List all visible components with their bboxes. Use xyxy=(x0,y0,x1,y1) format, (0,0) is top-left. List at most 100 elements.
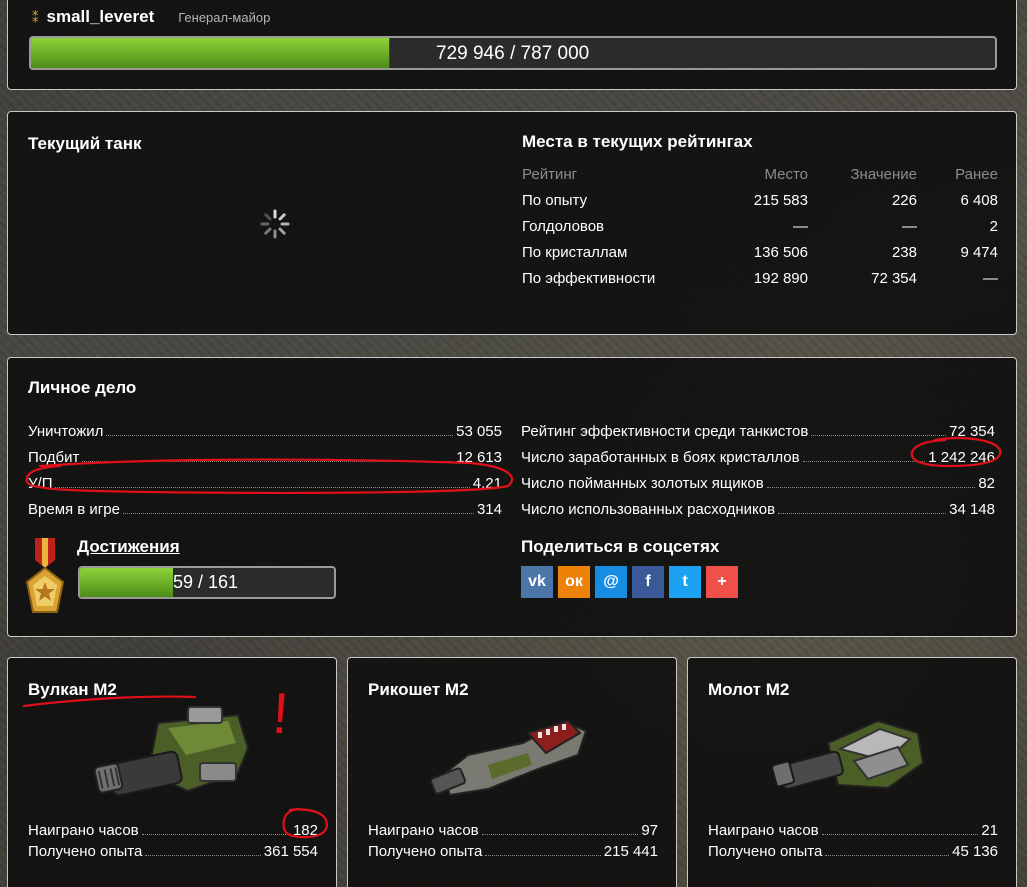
vk-icon[interactable]: vk xyxy=(521,566,553,598)
personal-file-panel: Личное дело Уничтожил 53 055 Подбит 12 6… xyxy=(7,357,1017,637)
rank-stars-icon: ⁑ xyxy=(32,9,39,25)
stat-label: Уничтожил xyxy=(28,423,104,440)
rating-name: По опыту xyxy=(522,191,588,209)
ratings-header-value: Значение xyxy=(850,165,917,183)
weapon-hours-label: Наиграно часов xyxy=(368,822,479,839)
weapon-xp-row: Получено опыта 215 441 xyxy=(368,839,658,860)
achievements-link[interactable]: Достижения xyxy=(77,537,180,557)
twitter-icon[interactable]: t xyxy=(669,566,701,598)
ratings-title: Места в текущих рейтингах xyxy=(522,132,753,151)
rating-previous: 2 xyxy=(989,217,998,235)
stat-label: Число заработанных в боях кристаллов xyxy=(521,449,800,466)
ratings-table: Рейтинг Место Значение Ранее По опыту 21… xyxy=(522,161,998,291)
weapon-name: Рикошет М2 xyxy=(368,680,469,699)
stat-value: 314 xyxy=(476,501,502,518)
weapon-name: Молот М2 xyxy=(708,680,790,699)
personal-file-title: Личное дело xyxy=(28,378,137,397)
stat-row: Рейтинг эффективности среди танкистов 72… xyxy=(521,414,995,440)
stat-value: 72 354 xyxy=(949,423,995,440)
ratings-section: Места в текущих рейтингах Рейтинг Место … xyxy=(522,132,998,291)
weapon-stats: Наиграно часов 21 Получено опыта 45 136 xyxy=(708,818,998,860)
username: small_leveret xyxy=(46,7,155,26)
ratings-row: По эффективности 192 890 72 354 — xyxy=(522,265,998,291)
weapon-xp-label: Получено опыта xyxy=(708,843,823,860)
combat-stats-list: Уничтожил 53 055 Подбит 12 613 У/П 4.21 … xyxy=(28,414,502,518)
odnoklassniki-icon[interactable]: ок xyxy=(558,566,590,598)
current-tank-panel: Текущий танк Места в текущих рейтингах Р… xyxy=(7,111,1017,335)
share-title: Поделиться в соцсетях xyxy=(521,537,720,556)
ricochet-turret-icon xyxy=(430,719,588,797)
rating-previous: — xyxy=(983,269,998,287)
experience-bar: 729 946 / 787 000 xyxy=(29,36,997,70)
weapon-xp-value: 361 554 xyxy=(263,843,318,860)
weapon-xp-row: Получено опыта 45 136 xyxy=(708,839,998,860)
achievements-progress-text: 59 / 161 xyxy=(173,572,239,592)
experience-bar-fill xyxy=(31,38,391,68)
ratings-header-place: Место xyxy=(764,165,808,183)
rating-name: По эффективности xyxy=(522,269,656,287)
rating-value: 72 354 xyxy=(871,269,917,287)
stat-value: 1 242 246 xyxy=(928,449,995,466)
rank-name: Генерал-майор xyxy=(178,9,271,25)
weapon-hours-row: Наиграно часов 97 xyxy=(368,818,658,839)
stat-value: 4.21 xyxy=(472,475,502,492)
ratings-row: По опыту 215 583 226 6 408 xyxy=(522,187,998,213)
weapon-hours-row: Наиграно часов 21 xyxy=(708,818,998,839)
stat-row: Число заработанных в боях кристаллов 1 2… xyxy=(521,440,995,466)
mail-icon[interactable]: @ xyxy=(595,566,627,598)
ratings-header-previous: Ранее xyxy=(955,165,998,183)
stat-row: У/П 4.21 xyxy=(28,466,502,492)
weapon-hours-label: Наиграно часов xyxy=(28,822,139,839)
ratings-header-row: Рейтинг Место Значение Ранее xyxy=(522,161,998,187)
facebook-icon[interactable]: f xyxy=(632,566,664,598)
weapon-xp-row: Получено опыта 361 554 xyxy=(28,839,318,860)
current-tank-title: Текущий танк xyxy=(28,134,142,153)
achievements-progress-fill xyxy=(80,568,173,597)
weapon-hours-value: 182 xyxy=(292,822,318,839)
weapon-card-vulcan: Вулкан М2 Наиграно часов 182 Получено оп… xyxy=(7,657,337,887)
economy-stats-list: Рейтинг эффективности среди танкистов 72… xyxy=(521,414,995,518)
rating-place: 215 583 xyxy=(753,191,808,209)
weapon-hours-value: 97 xyxy=(641,822,658,839)
more-share-icon[interactable]: + xyxy=(706,566,738,598)
weapon-name: Вулкан М2 xyxy=(28,680,117,699)
weapon-stats: Наиграно часов 182 Получено опыта 361 55… xyxy=(28,818,318,860)
rating-previous: 6 408 xyxy=(960,191,998,209)
stat-row: Число использованных расходников 34 148 xyxy=(521,492,995,518)
weapon-hours-label: Наиграно часов xyxy=(708,822,819,839)
rating-value: — xyxy=(902,217,917,235)
hammer-turret-icon xyxy=(771,719,925,790)
stat-row: Число пойманных золотых ящиков 82 xyxy=(521,466,995,492)
ratings-row: Голдоловов — — 2 xyxy=(522,213,998,239)
stat-label: Число использованных расходников xyxy=(521,501,776,518)
weapon-hours-row: Наиграно часов 182 xyxy=(28,818,318,839)
rating-name: Голдоловов xyxy=(522,217,605,235)
weapon-xp-label: Получено опыта xyxy=(368,843,483,860)
username-row: ⁑ small_leveret Генерал-майор xyxy=(32,7,270,27)
experience-text: 729 946 / 787 000 xyxy=(436,43,590,64)
weapon-hours-value: 21 xyxy=(981,822,998,839)
weapon-xp-label: Получено опыта xyxy=(28,843,143,860)
rating-value: 226 xyxy=(891,191,917,209)
stat-label: Рейтинг эффективности среди танкистов xyxy=(521,423,809,440)
rating-place: 136 506 xyxy=(753,243,808,261)
weapon-card-ricochet: Рикошет М2 Наиграно часов 97 Получено оп… xyxy=(347,657,677,887)
stat-value: 53 055 xyxy=(456,423,502,440)
stat-value: 34 148 xyxy=(949,501,995,518)
rating-value: 238 xyxy=(891,243,917,261)
weapon-card-hammer: Молот М2 Наиграно часов 21 Получено опыт… xyxy=(687,657,1017,887)
player-header: ⁑ small_leveret Генерал-майор 729 946 / … xyxy=(7,0,1017,90)
rating-place: — xyxy=(793,217,808,235)
stat-row: Уничтожил 53 055 xyxy=(28,414,502,440)
achievements-progress-bar: 59 / 161 xyxy=(78,566,336,599)
ratings-header-rating: Рейтинг xyxy=(522,165,578,183)
stat-value: 12 613 xyxy=(456,449,502,466)
stat-label: У/П xyxy=(28,475,53,492)
rating-previous: 9 474 xyxy=(960,243,998,261)
stat-row: Подбит 12 613 xyxy=(28,440,502,466)
weapon-xp-value: 45 136 xyxy=(952,843,998,860)
weapon-xp-value: 215 441 xyxy=(603,843,658,860)
rating-place: 192 890 xyxy=(753,269,808,287)
social-buttons: vk ок @ f t + xyxy=(521,566,738,598)
weapon-stats: Наиграно часов 97 Получено опыта 215 441 xyxy=(368,818,658,860)
